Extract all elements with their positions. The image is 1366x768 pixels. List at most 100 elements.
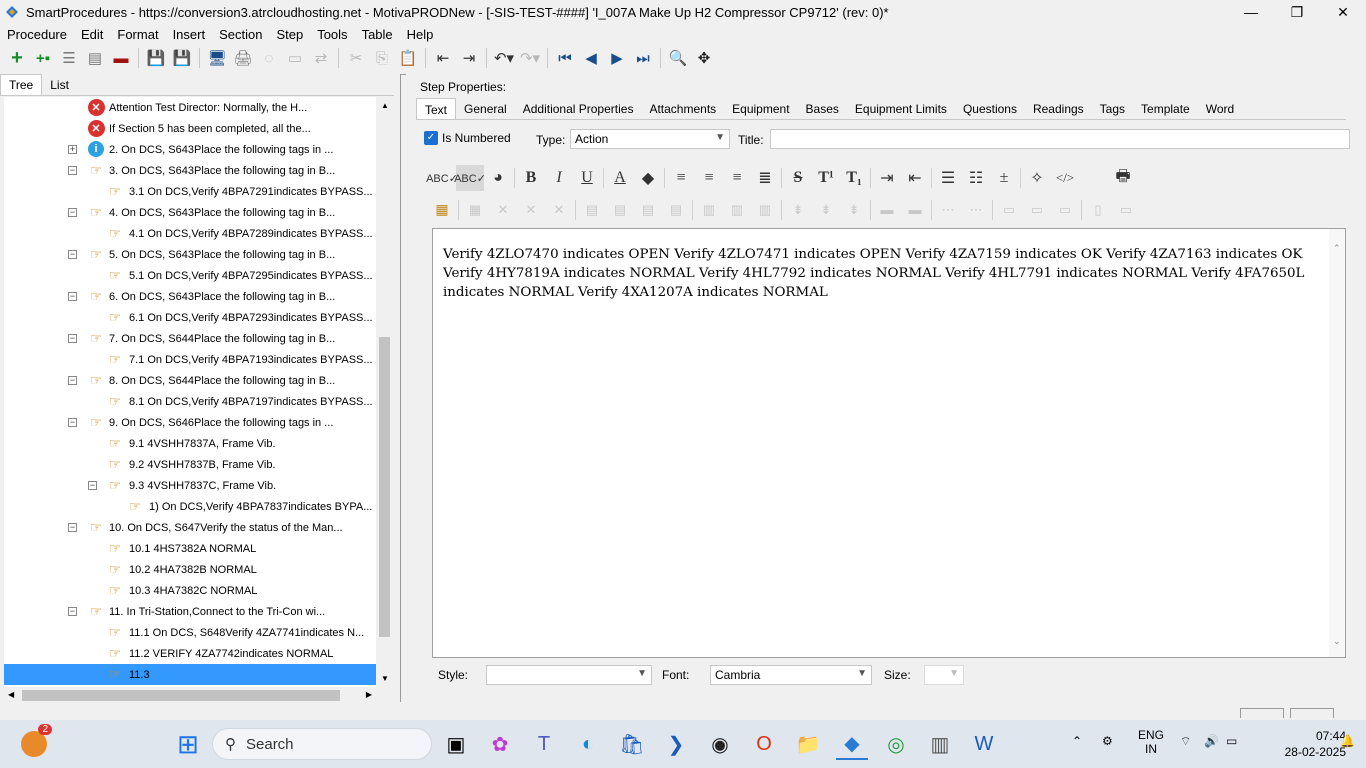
table-tool-icon[interactable]: ✕ [489,197,517,223]
remote-app-icon[interactable]: ▥ [924,728,956,760]
maximize-button[interactable]: ❐ [1274,0,1320,24]
spellcheck-auto-icon[interactable]: ABC✓ [454,165,486,191]
tree-vertical-scrollbar[interactable]: ▲ ▼ [377,97,392,687]
font-select[interactable]: Cambria ▼ [710,665,872,685]
tree-row[interactable]: − ☞ 3. On DCS, S643Place the following tag… [4,160,376,181]
tab-list[interactable]: List [42,75,77,95]
collapse-icon[interactable]: − [68,292,77,301]
smartprocedures-taskbar-icon[interactable]: ◆ [836,728,868,760]
editor-scrollbar[interactable]: ⌃ ⌄ [1329,229,1345,657]
menu-step[interactable]: Step [269,27,310,42]
add-child-icon[interactable]: +▪ [30,45,56,71]
tree-row[interactable]: − ☞ 4. On DCS, S643Place the following tag… [4,202,376,223]
title-input[interactable] [770,129,1350,149]
tree-row[interactable]: ☞ 9.1 4VSHH7837A, Frame Vib. [4,433,376,454]
table-tool-icon[interactable]: ▤ [578,197,606,223]
scroll-up-icon[interactable]: ▲ [381,101,389,110]
tree-row[interactable]: ☞ 4.1 On DCS,Verify 4BPA7289indicates BYP… [4,223,376,244]
menu-format[interactable]: Format [110,27,165,42]
word-icon[interactable]: W [968,728,1000,760]
tree-row[interactable]: − ☞ 10. On DCS, S647Verify the status of t… [4,517,376,538]
tab-word[interactable]: Word [1198,98,1242,119]
tree-row[interactable]: + i 2. On DCS, S643Place the following tag… [4,139,376,160]
print-icon[interactable]: 🖨 [230,45,256,71]
tab-questions[interactable]: Questions [955,98,1025,119]
table-tool-icon[interactable]: ▬ [901,197,929,223]
collapse-icon[interactable]: − [68,208,77,217]
code-icon[interactable]: </> [1051,165,1079,191]
last-icon[interactable]: ⏭ [630,45,656,71]
taskbar-search[interactable]: ⚲ Search [212,728,432,760]
paste-icon[interactable]: 📋 [395,45,421,71]
indent-icon[interactable]: ⇥ [456,45,482,71]
scroll-right-icon[interactable]: ▶ [366,690,372,699]
tree-row[interactable]: − ☞ 5. On DCS, S643Place the following tag… [4,244,376,265]
export-icon[interactable]: 🖥 [204,45,230,71]
align-center-icon[interactable]: ≡ [695,165,723,191]
tree-row[interactable]: ☞ 11.2 VERIFY 4ZA7742indicates NORMAL [4,643,376,664]
tree-row[interactable]: − ☞ 8. On DCS, S644Place the following tag… [4,370,376,391]
is-numbered-checkbox[interactable]: ✓ [424,131,438,145]
scroll-thumb[interactable] [379,337,390,637]
undo-icon[interactable]: ↶▾ [491,45,517,71]
tree-row[interactable]: ☞ 8.1 On DCS,Verify 4BPA7197indicates BYP… [4,391,376,412]
increase-indent-icon[interactable]: ⇥ [873,165,901,191]
table-tool-icon[interactable]: ▤ [634,197,662,223]
table-tool-icon[interactable]: ▬ [873,197,901,223]
menu-procedure[interactable]: Procedure [0,27,74,42]
table-tool-icon[interactable]: ⋯ [934,197,962,223]
size-select[interactable]: ▼ [924,665,964,685]
italic-icon[interactable]: I [545,165,573,191]
collapse-icon[interactable]: − [68,607,77,616]
save-icon[interactable]: 💾 [169,45,195,71]
store-icon[interactable]: 🛍 [616,728,648,760]
save-all-icon[interactable]: 💾 [143,45,169,71]
justify-icon[interactable]: ≣ [751,165,779,191]
tab-readings[interactable]: Readings [1025,98,1092,119]
tree-row[interactable]: − ☞ 11. In Tri-Station,Connect to the Tri-… [4,601,376,622]
network-app-icon[interactable]: ⚙ [1102,734,1113,748]
tree-row[interactable]: ✕ If Section 5 has been completed, all th… [4,118,376,139]
table-tool-icon[interactable]: ▭ [1112,197,1140,223]
tab-tags[interactable]: Tags [1092,98,1133,119]
window-icon[interactable]: ▭ [282,45,308,71]
task-view-icon[interactable]: ▣ [440,728,472,760]
tab-equipment[interactable]: Equipment [724,98,797,119]
power-automate-icon[interactable]: ❯ [660,728,692,760]
windows-start-icon[interactable]: ⊞ [172,728,204,760]
tree-row[interactable]: − ☞ 9. On DCS, S646Place the following tag… [4,412,376,433]
tree-row[interactable]: ☞ 5.1 On DCS,Verify 4BPA7295indicates BYP… [4,265,376,286]
refresh-icon[interactable]: ◌ [256,45,282,71]
tab-general[interactable]: General [456,98,515,119]
collapse-icon[interactable]: − [68,334,77,343]
table-tool-icon[interactable]: ⇟ [784,197,812,223]
notification-icon[interactable]: 🔔 [1340,734,1355,748]
tree-row[interactable]: ☞ 6.1 On DCS,Verify 4BPA7293indicates BYP… [4,307,376,328]
table-tool-icon[interactable]: ▭ [1051,197,1079,223]
list-icon[interactable]: ☰ [56,45,82,71]
table-tool-icon[interactable]: ▯ [1084,197,1112,223]
scroll-down-icon[interactable]: ▼ [381,674,389,683]
collapse-icon[interactable]: − [68,166,77,175]
list-alt-icon[interactable]: ▤ [82,45,108,71]
spellcheck-icon[interactable]: ABC✓ [426,165,458,191]
tree-row[interactable]: ☞ 10.3 4HA7382C NORMAL [4,580,376,601]
tab-tree[interactable]: Tree [0,74,43,95]
menu-table[interactable]: Table [355,27,400,42]
first-icon[interactable]: ⏮ [552,45,578,71]
tree-row[interactable]: ☞ 11.1 On DCS, S648Verify 4ZA7741indicate… [4,622,376,643]
weather-icon[interactable]: 2 [18,724,52,760]
battery-icon[interactable]: ▭ [1226,734,1237,748]
dell-icon[interactable]: ◉ [704,728,736,760]
opera-icon[interactable]: O [748,728,780,760]
menu-edit[interactable]: Edit [74,27,110,42]
table-tool-icon[interactable]: ▥ [695,197,723,223]
table-tool-icon[interactable]: ⇟ [840,197,868,223]
tab-template[interactable]: Template [1133,98,1198,119]
close-button[interactable]: ✕ [1320,0,1366,24]
print-preview-icon[interactable]: 🖶 [1109,165,1137,191]
style-select[interactable]: ▼ [486,665,652,685]
remove-icon[interactable]: ▬ [108,45,134,71]
numbered-list-icon[interactable]: ☷ [962,165,990,191]
wifi-icon[interactable]: ⌔ [1180,734,1191,749]
